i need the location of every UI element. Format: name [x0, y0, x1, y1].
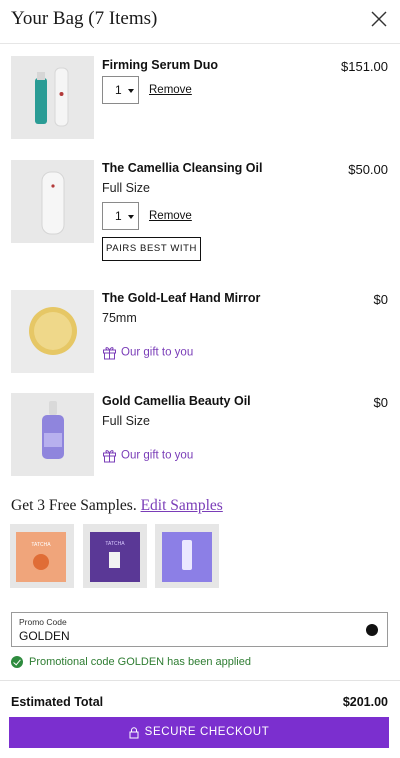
- estimated-total-label: Estimated Total: [11, 695, 104, 709]
- bag-title: Your Bag (7 Items): [11, 8, 158, 29]
- product-price: $50.00: [348, 162, 388, 177]
- sample-item[interactable]: TATCHA: [83, 524, 147, 588]
- product-name[interactable]: The Gold-Leaf Hand Mirror: [102, 291, 260, 305]
- product-variant: Full Size: [102, 414, 150, 428]
- secure-checkout-button[interactable]: SECURE CHECKOUT: [9, 717, 389, 748]
- product-variant: 75mm: [102, 311, 137, 325]
- product-price: $0: [373, 395, 388, 410]
- product-price: $151.00: [341, 59, 388, 74]
- quantity-select[interactable]: 1: [102, 202, 139, 230]
- promo-code-input[interactable]: [19, 629, 359, 643]
- estimated-total-value: $201.00: [342, 695, 388, 709]
- product-image[interactable]: [11, 290, 94, 373]
- gift-label: Our gift to you: [102, 345, 193, 360]
- gift-label: Our gift to you: [102, 448, 193, 463]
- product-image[interactable]: [11, 393, 94, 476]
- product-image[interactable]: [11, 160, 94, 243]
- chevron-down-icon: [128, 215, 134, 219]
- quantity-value: 1: [115, 83, 122, 97]
- sample-brand: TATCHA: [105, 541, 125, 547]
- sample-packet-image: TATCHA: [83, 524, 147, 588]
- sample-packet-image: [155, 524, 219, 588]
- sample-brand: TATCHA: [31, 542, 51, 548]
- product-image[interactable]: [11, 56, 94, 139]
- quantity-select[interactable]: 1: [102, 76, 139, 104]
- product-name[interactable]: Firming Serum Duo: [102, 58, 218, 72]
- promo-code-field[interactable]: Promo Code: [11, 612, 388, 647]
- cleansing-oil-image: [11, 160, 94, 243]
- sample-item[interactable]: TATCHA: [10, 524, 74, 588]
- bag-header: Your Bag (7 Items): [0, 0, 400, 44]
- remove-link[interactable]: Remove: [149, 210, 192, 222]
- gift-icon: [103, 347, 116, 360]
- lock-icon: [129, 726, 139, 738]
- divider: [0, 680, 400, 681]
- sample-item[interactable]: [155, 524, 219, 588]
- close-icon[interactable]: [370, 10, 388, 28]
- promo-code-label: Promo Code: [19, 617, 67, 627]
- samples-heading: Get 3 Free Samples. Edit Samples: [11, 497, 223, 515]
- clear-icon[interactable]: [366, 624, 378, 636]
- promo-applied-message: Promotional code GOLDEN has been applied: [11, 656, 251, 669]
- quantity-value: 1: [115, 209, 122, 223]
- product-variant: Full Size: [102, 181, 150, 195]
- product-price: $0: [373, 292, 388, 307]
- beauty-oil-image: [11, 393, 94, 476]
- samples-title: Get 3 Free Samples.: [11, 497, 137, 514]
- product-name[interactable]: The Camellia Cleansing Oil: [102, 161, 262, 175]
- pairs-best-with-button[interactable]: PAIRS BEST WITH: [102, 237, 201, 261]
- hand-mirror-image: [11, 290, 94, 373]
- sample-packet-image: TATCHA: [10, 524, 74, 588]
- edit-samples-link[interactable]: Edit Samples: [141, 497, 223, 514]
- gift-icon: [103, 450, 116, 463]
- check-circle-icon: [11, 656, 23, 669]
- product-name[interactable]: Gold Camellia Beauty Oil: [102, 394, 251, 408]
- remove-link[interactable]: Remove: [149, 84, 192, 96]
- serum-duo-image: [11, 56, 94, 139]
- chevron-down-icon: [128, 89, 134, 93]
